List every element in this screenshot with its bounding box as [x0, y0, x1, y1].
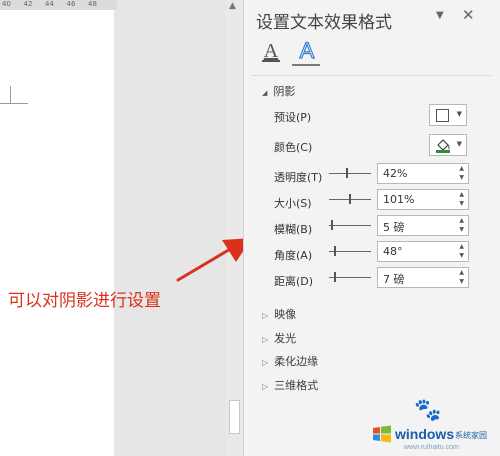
spin-down-icon[interactable]: ▼: [459, 226, 464, 234]
document-area: 40 42 44 46 48 ▲: [0, 0, 243, 456]
section-shadow-header[interactable]: ◢ 阴影: [262, 83, 295, 99]
shadow-transparency-label: 透明度(T): [274, 171, 323, 184]
watermark-url: www.ruihaitu.com: [404, 444, 459, 451]
svg-text:A: A: [264, 40, 279, 62]
shadow-size-label: 大小(S): [274, 197, 312, 210]
section-soft-edges-header[interactable]: ▷ 柔化边缘: [262, 353, 318, 369]
paw-watermark-icon: 🐾: [414, 398, 442, 423]
chevron-down-icon: ▼: [456, 140, 462, 148]
spin-down-icon[interactable]: ▼: [459, 252, 464, 260]
blur-value[interactable]: 5 磅: [383, 219, 405, 235]
document-vertical-scrollbar[interactable]: ▲: [226, 0, 243, 456]
watermark-brand-cn: 系统家园: [455, 431, 487, 440]
section-glow-header[interactable]: ▷ 发光: [262, 330, 296, 346]
distance-slider[interactable]: [329, 271, 371, 283]
slider-track: [329, 173, 371, 174]
scrollbar-thumb[interactable]: [229, 400, 240, 434]
expanded-triangle-icon: ◢: [262, 89, 268, 97]
pane-title: 设置文本效果格式: [256, 13, 392, 33]
collapsed-triangle-icon: ▷: [262, 335, 269, 344]
ruler-tick-label: 42: [23, 0, 33, 8]
scroll-up-icon[interactable]: ▲: [229, 1, 236, 11]
shadow-color-label: 颜色(C): [274, 141, 313, 154]
pane-divider: [252, 75, 492, 76]
shadow-preset-button[interactable]: ▼: [429, 104, 467, 126]
blur-slider[interactable]: [329, 219, 371, 231]
selected-tab-indicator: [292, 64, 320, 66]
format-text-effects-pane: 设置文本效果格式 ▼ ✕ A A ◢ 阴影 预设(P) ▼ 颜色(C) ▼ 透明度…: [243, 0, 500, 456]
spin-down-icon[interactable]: ▼: [459, 200, 464, 208]
collapsed-triangle-icon: ▷: [262, 358, 269, 367]
windows-logo-icon: [373, 425, 391, 443]
collapsed-triangle-icon: ▷: [262, 382, 269, 391]
ruler-tick-label: 40: [2, 0, 11, 8]
svg-text:A: A: [300, 38, 315, 63]
pane-scrollbar[interactable]: [491, 0, 500, 456]
chevron-down-icon[interactable]: ▼: [436, 10, 444, 21]
shadow-blur-label: 模糊(B): [274, 223, 313, 236]
slider-thumb[interactable]: [334, 246, 336, 256]
section-glow-label: 发光: [274, 332, 297, 345]
section-3d-format-label: 三维格式: [274, 379, 319, 392]
slider-thumb[interactable]: [331, 220, 333, 230]
transparency-slider[interactable]: [329, 167, 371, 179]
annotation-text: 可以对阴影进行设置: [8, 291, 161, 311]
angle-slider[interactable]: [329, 245, 371, 257]
section-reflection-header[interactable]: ▷ 映像: [262, 306, 296, 322]
ruler-tick-label: 46: [66, 0, 76, 8]
shadow-color-button[interactable]: ▼: [429, 134, 467, 156]
transparency-spinbox[interactable]: 42% ▲ ▼: [377, 163, 469, 184]
shadow-angle-label: 角度(A): [274, 249, 313, 262]
transparency-value[interactable]: 42%: [383, 167, 407, 180]
collapsed-triangle-icon: ▷: [262, 311, 269, 320]
distance-spinbox[interactable]: 7 磅 ▲ ▼: [377, 267, 469, 288]
slider-thumb[interactable]: [334, 272, 336, 282]
size-spinbox[interactable]: 101% ▲ ▼: [377, 189, 469, 210]
close-icon[interactable]: ✕: [462, 6, 475, 24]
text-fill-icon[interactable]: A: [260, 38, 282, 66]
size-value[interactable]: 101%: [383, 193, 414, 206]
blur-spinbox[interactable]: 5 磅 ▲ ▼: [377, 215, 469, 236]
margin-corner-mark-horizontal: [0, 103, 28, 104]
angle-value[interactable]: 48°: [383, 245, 403, 258]
distance-value[interactable]: 7 磅: [383, 271, 405, 287]
spin-up-icon[interactable]: ▲: [459, 243, 464, 251]
text-effect-icon[interactable]: A: [294, 36, 320, 66]
section-3d-format-header[interactable]: ▷ 三维格式: [262, 377, 318, 393]
horizontal-ruler: 40 42 44 46 48: [0, 0, 117, 10]
spin-up-icon[interactable]: ▲: [459, 217, 464, 225]
document-page[interactable]: [0, 10, 114, 456]
section-reflection-label: 映像: [274, 308, 297, 321]
spin-up-icon[interactable]: ▲: [459, 191, 464, 199]
slider-track: [329, 225, 371, 226]
section-soft-edges-label: 柔化边缘: [274, 355, 319, 368]
shadow-distance-label: 距离(D): [274, 275, 314, 288]
ruler-tick-label: 48: [88, 0, 97, 8]
shadow-preset-swatch-icon: [436, 109, 449, 122]
shadow-preset-label: 预设(P): [274, 111, 312, 124]
spin-up-icon[interactable]: ▲: [459, 165, 464, 173]
margin-corner-mark-vertical: [10, 86, 11, 104]
slider-thumb[interactable]: [346, 168, 348, 178]
ruler-tick-label: 44: [45, 0, 54, 8]
spin-down-icon[interactable]: ▼: [459, 174, 464, 182]
slider-thumb[interactable]: [349, 194, 351, 204]
chevron-down-icon: ▼: [456, 110, 462, 118]
spin-down-icon[interactable]: ▼: [459, 278, 464, 286]
size-slider[interactable]: [329, 193, 371, 205]
paint-bucket-icon: [436, 139, 450, 153]
angle-spinbox[interactable]: 48° ▲ ▼: [377, 241, 469, 262]
watermark-brand: windows: [395, 426, 455, 442]
spin-up-icon[interactable]: ▲: [459, 269, 464, 277]
section-shadow-label: 阴影: [273, 85, 296, 98]
